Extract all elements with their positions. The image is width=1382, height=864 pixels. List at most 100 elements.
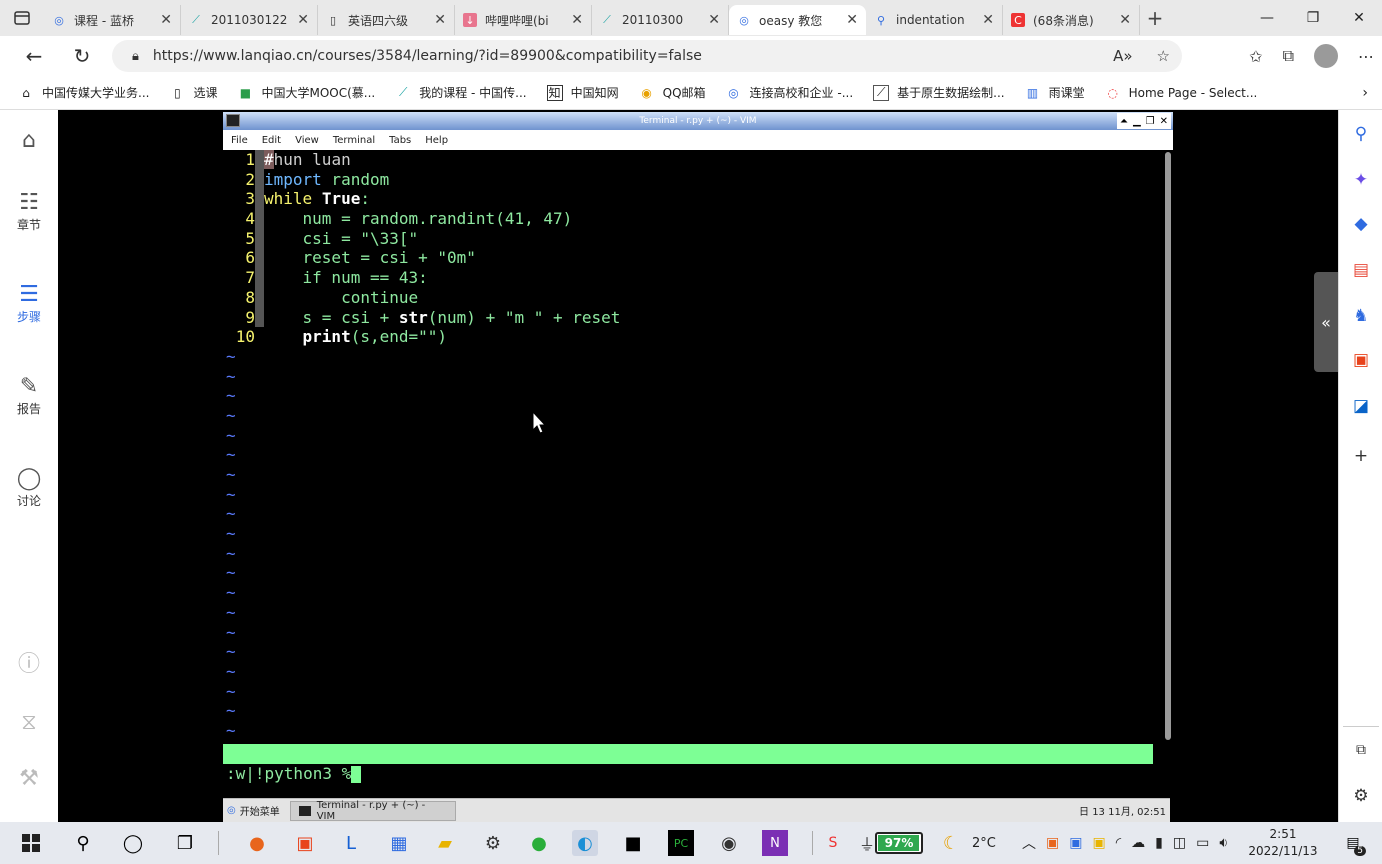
back-icon[interactable]: ← [14, 44, 54, 68]
close-tab-icon[interactable]: ✕ [708, 12, 720, 28]
vim-terminal-window[interactable]: Terminal - r.py + (~) - VIM ⏶ ▁ ❐ ✕ File… [223, 112, 1173, 823]
close-tab-icon[interactable]: ✕ [571, 12, 583, 28]
bookmark-3[interactable]: ⟋ 我的课程 - 中国传... [395, 84, 527, 101]
workspaces-button[interactable] [0, 0, 44, 36]
vim-command-line[interactable]: :w|!python3 % [223, 764, 1153, 784]
obs-icon[interactable]: ◉ [716, 830, 742, 856]
bookmark-4[interactable]: 知中国知网 [546, 84, 619, 101]
windows-start-icon[interactable] [18, 830, 44, 856]
close-tab-icon[interactable]: ✕ [434, 12, 446, 28]
add-icon[interactable]: + [1339, 446, 1382, 466]
task-view-icon[interactable]: ❐ [172, 830, 198, 856]
menu-edit[interactable]: Edit [262, 135, 281, 146]
menu-terminal[interactable]: Terminal [333, 135, 375, 146]
shade-icon[interactable]: ⏶ [1120, 116, 1128, 127]
help-button[interactable]: ⓘ [0, 652, 58, 678]
close-window-icon[interactable]: ✕ [1336, 0, 1382, 36]
tab-5[interactable]: ◎ oeasy 教您 ✕ [729, 5, 866, 35]
bookmark-5[interactable]: ◉ QQ邮箱 [639, 84, 705, 101]
chevron-up-icon[interactable]: ︿ [1022, 833, 1036, 853]
bookmark-8[interactable]: ▥ 雨课堂 [1025, 84, 1085, 101]
sidebar-item-discussion[interactable]: ◯ 讨论 [0, 466, 58, 509]
search-icon[interactable]: ⚲ [70, 830, 96, 856]
menu-tabs[interactable]: Tabs [389, 135, 411, 146]
shopping-icon[interactable]: ◆ [1339, 214, 1382, 234]
office-icon[interactable]: ▣ [292, 830, 318, 856]
minimize-icon[interactable]: ▁ [1133, 116, 1141, 127]
cortana-icon[interactable]: ◯ [120, 830, 146, 856]
wifi-icon[interactable]: ◜ [1116, 835, 1121, 851]
tray-app-icon[interactable]: ▣ [1046, 835, 1059, 851]
display-icon[interactable]: ▭ [1196, 835, 1209, 851]
vim-editor-buffer[interactable]: 1 #hun luan 2 import random 3 while True: 4… [223, 150, 1163, 742]
tools-icon[interactable]: ▤ [1339, 260, 1382, 280]
collapse-panel-button[interactable]: « [1314, 272, 1338, 372]
office-icon[interactable]: ▣ [1339, 350, 1382, 370]
tab-0[interactable]: ◎ 课程 - 蓝桥 ✕ [44, 5, 181, 35]
bookmark-9[interactable]: ◌ Home Page - Select... [1105, 85, 1257, 101]
notifications-icon[interactable]: ▤ 5 [1340, 830, 1366, 856]
url-field[interactable]: 🔒︎ https://www.lanqiao.cn/courses/3584/l… [112, 40, 1182, 72]
minimize-icon[interactable]: — [1244, 0, 1290, 36]
add-favorite-icon[interactable]: ☆ [1157, 47, 1170, 65]
menu-file[interactable]: File [231, 135, 248, 146]
taskbar-item-terminal[interactable]: Terminal - r.py + (~) - VIM [289, 800, 456, 822]
split-screen-icon[interactable]: ⧉ [1339, 742, 1382, 758]
screen-capture-icon[interactable]: ◫ [1173, 835, 1186, 851]
firefox-icon[interactable]: ● [244, 830, 270, 856]
terminal-icon[interactable]: ■ [620, 830, 646, 856]
restore-icon[interactable]: ❐ [1290, 0, 1336, 36]
tab-4[interactable]: ⟋ 20110300 ✕ [592, 5, 729, 35]
settings-icon[interactable]: ⚙ [480, 830, 506, 856]
edge-icon[interactable]: ◐ [572, 830, 598, 856]
close-icon[interactable]: ✕ [1160, 116, 1168, 127]
volume-icon[interactable]: 🔉︎ [1219, 835, 1228, 851]
close-tab-icon[interactable]: ✕ [846, 12, 858, 28]
sidebar-item-home[interactable]: ⌂ [0, 128, 58, 154]
more-icon[interactable]: ⋯ [1358, 47, 1374, 66]
sogou-icon[interactable]: S [820, 830, 846, 856]
vim-scrollbar[interactable] [1165, 152, 1171, 740]
tray-app-icon[interactable]: ▣ [1069, 835, 1082, 851]
bookmark-2[interactable]: ■ 中国大学MOOC(慕... [237, 84, 375, 101]
profile-avatar[interactable] [1314, 44, 1338, 68]
tab-6[interactable]: ⚲ indentation ✕ [866, 5, 1003, 35]
microphone-icon[interactable]: ▮ [1155, 835, 1163, 851]
close-tab-icon[interactable]: ✕ [297, 12, 309, 28]
tools-button[interactable]: ⚒ [0, 766, 58, 792]
vim-title-bar[interactable]: Terminal - r.py + (~) - VIM ⏶ ▁ ❐ ✕ [223, 112, 1173, 130]
favorites-icon[interactable]: ✩ [1249, 47, 1262, 66]
tab-1[interactable]: ⟋ 2011030122 ✕ [181, 5, 318, 35]
close-tab-icon[interactable]: ✕ [982, 12, 994, 28]
start-menu-button[interactable]: ◎ 开始菜单 [223, 801, 284, 821]
weather-temperature[interactable]: 2°C [972, 822, 996, 864]
refresh-icon[interactable]: ↻ [62, 44, 102, 68]
read-aloud-icon[interactable]: A» [1113, 47, 1132, 65]
settings-icon[interactable]: ⚙ [1339, 786, 1382, 806]
collections-icon[interactable]: ⧉ [1283, 46, 1294, 66]
menu-view[interactable]: View [295, 135, 319, 146]
onenote-icon[interactable]: N [762, 830, 788, 856]
sidebar-item-report[interactable]: ✎ 报告 [0, 374, 58, 417]
discover-icon[interactable]: ✦ [1339, 170, 1382, 190]
menu-help[interactable]: Help [425, 135, 448, 146]
store-icon[interactable]: ▦ [386, 830, 412, 856]
close-tab-icon[interactable]: ✕ [1119, 12, 1131, 28]
outlook-icon[interactable]: ◪ [1339, 396, 1382, 416]
close-tab-icon[interactable]: ✕ [160, 12, 172, 28]
weather-moon-icon[interactable]: ☾ [938, 830, 964, 856]
new-tab-button[interactable]: + [1140, 6, 1170, 30]
maximize-icon[interactable]: ❐ [1146, 116, 1155, 127]
lock-icon[interactable]: 🔒︎ [132, 49, 139, 64]
search-icon[interactable]: ⚲ [1339, 124, 1382, 144]
wechat-icon[interactable]: ● [526, 830, 552, 856]
tab-7[interactable]: C (68条消息) ✕ [1003, 5, 1140, 35]
bookmark-6[interactable]: ◎ 连接高校和企业 -... [726, 84, 853, 101]
tray-app-icon[interactable]: ▣ [1092, 835, 1105, 851]
bookmark-0[interactable]: ⌂ 中国传媒大学业务... [18, 84, 149, 101]
folder-icon[interactable]: ▰ [432, 830, 458, 856]
timer-button[interactable]: ⧖ [0, 710, 58, 736]
cloud-icon[interactable]: ☁ [1131, 835, 1145, 851]
sidebar-item-chapters[interactable]: ☷ 章节 [0, 190, 58, 233]
tab-2[interactable]: ▯ 英语四六级 ✕ [318, 5, 455, 35]
